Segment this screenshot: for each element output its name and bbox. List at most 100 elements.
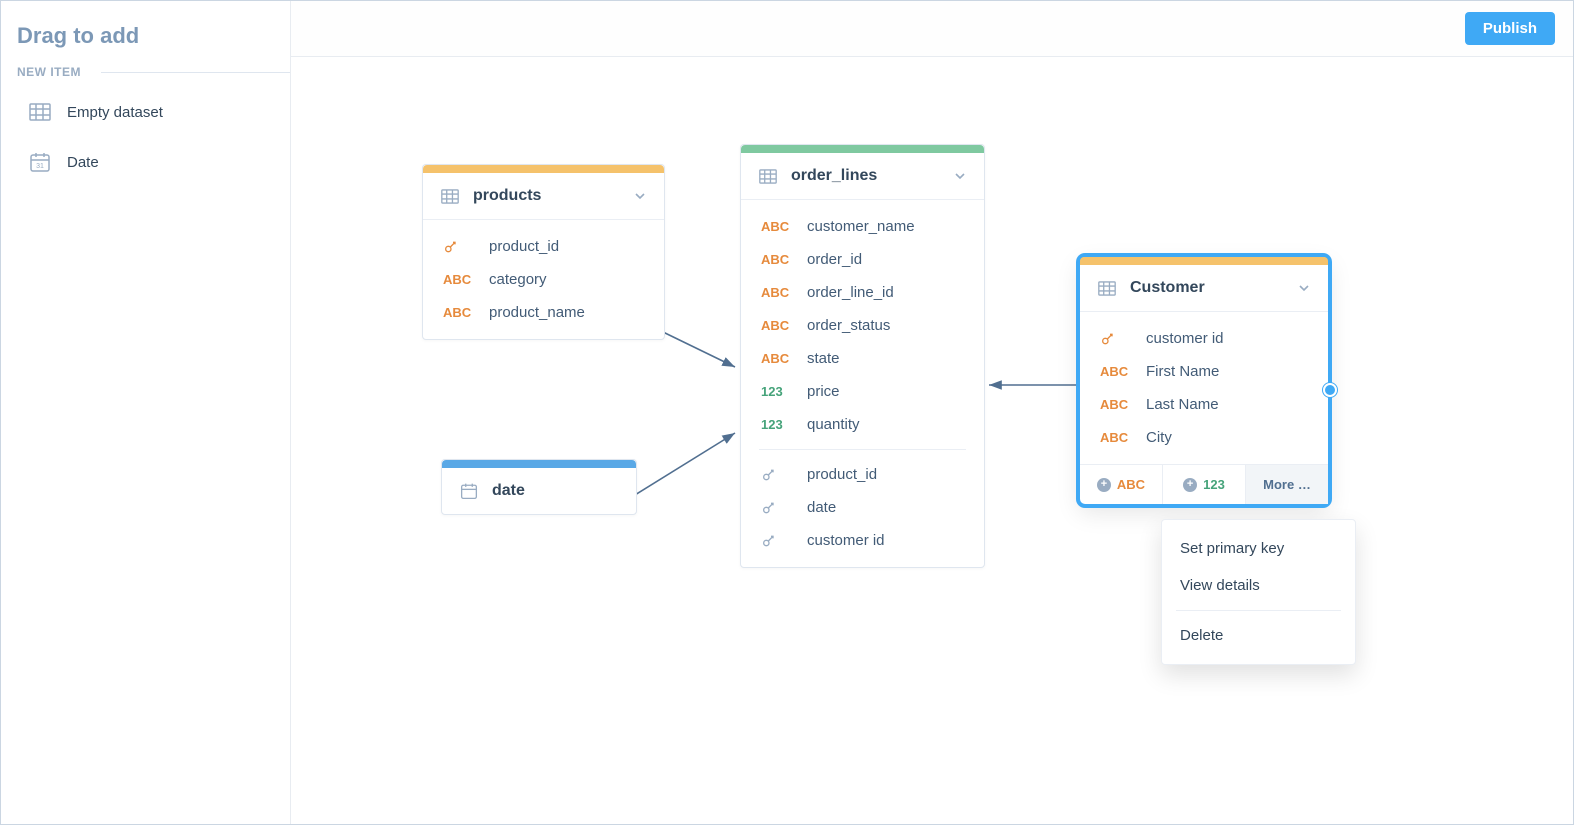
field-name: quantity: [807, 416, 860, 433]
add-abc-button[interactable]: + ABC: [1080, 465, 1163, 504]
node-color-strip: [741, 145, 984, 153]
divider: [101, 72, 290, 73]
field-name: order_status: [807, 317, 890, 334]
node-customer[interactable]: Customer customer id ABCFirst Name ABCLa…: [1079, 256, 1329, 505]
field-name: customer_name: [807, 218, 915, 235]
field-row[interactable]: ABCFirst Name: [1080, 355, 1328, 388]
node-footer: + ABC + 123 More …: [1080, 464, 1328, 504]
main: Publish: [291, 1, 1573, 824]
field-row[interactable]: ABC state: [741, 342, 984, 375]
type-abc-icon: ABC: [761, 318, 793, 333]
field-name: price: [807, 383, 840, 400]
field-name: First Name: [1146, 363, 1219, 380]
plus-icon: +: [1183, 478, 1197, 492]
sidebar-title: Drag to add: [1, 17, 290, 55]
type-abc-icon: ABC: [761, 285, 793, 300]
type-abc-icon: ABC: [761, 252, 793, 267]
type-abc-icon: ABC: [443, 272, 475, 287]
field-row[interactable]: 123 price: [741, 375, 984, 408]
field-row[interactable]: ABCLast Name: [1080, 388, 1328, 421]
node-products[interactable]: products product_id ABC category: [422, 164, 665, 340]
field-row[interactable]: product_id: [741, 458, 984, 491]
plus-icon: +: [1097, 478, 1111, 492]
node-header[interactable]: order_lines: [741, 153, 984, 200]
type-abc-icon: ABC: [1100, 430, 1132, 445]
connection-handle[interactable]: [1323, 383, 1337, 397]
table-icon: [29, 101, 51, 123]
sidebar-item-date[interactable]: 31 Date: [1, 137, 290, 187]
field-row[interactable]: ABCorder_line_id: [741, 276, 984, 309]
chevron-down-icon[interactable]: [954, 170, 966, 182]
node-header[interactable]: products: [423, 173, 664, 220]
canvas[interactable]: products product_id ABC category: [291, 57, 1573, 824]
table-icon: [1098, 281, 1116, 296]
calendar-icon: 31: [29, 151, 51, 173]
footer-label: More …: [1263, 477, 1311, 492]
key-icon: [761, 533, 793, 549]
node-order-lines[interactable]: order_lines ABC customer_name ABC order_id…: [740, 144, 985, 568]
field-row[interactable]: ABC category: [423, 263, 664, 296]
key-icon: [761, 467, 793, 483]
field-name: state: [807, 350, 840, 367]
publish-button[interactable]: Publish: [1465, 12, 1555, 45]
type-abc-icon: ABC: [761, 219, 793, 234]
footer-label: ABC: [1117, 477, 1145, 492]
field-name: customer id: [1146, 330, 1224, 347]
node-header[interactable]: Customer: [1080, 265, 1328, 312]
field-name: category: [489, 271, 547, 288]
key-icon: [443, 239, 475, 255]
field-row[interactable]: 123 quantity: [741, 408, 984, 441]
node-title: order_lines: [791, 167, 940, 185]
field-name: product_id: [807, 466, 877, 483]
field-name: order_id: [807, 251, 862, 268]
node-body: product_id ABC category ABC product_name: [423, 220, 664, 339]
node-header[interactable]: date: [442, 468, 636, 514]
context-menu: Set primary key View details Delete: [1161, 519, 1356, 665]
field-row[interactable]: ABC product_name: [423, 296, 664, 329]
type-abc-icon: ABC: [1100, 397, 1132, 412]
field-row[interactable]: date: [741, 491, 984, 524]
sidebar-item-label: Empty dataset: [67, 104, 163, 121]
field-row[interactable]: ABC order_status: [741, 309, 984, 342]
field-name: product_name: [489, 304, 585, 321]
calendar-icon: [460, 482, 478, 500]
field-name: City: [1146, 429, 1172, 446]
type-123-icon: 123: [761, 384, 793, 399]
node-title: date: [492, 482, 618, 500]
menu-item-set-primary-key[interactable]: Set primary key: [1162, 530, 1355, 567]
node-color-strip: [423, 165, 664, 173]
menu-item-view-details[interactable]: View details: [1162, 567, 1355, 604]
key-icon: [761, 500, 793, 516]
svg-text:31: 31: [36, 163, 44, 170]
chevron-down-icon[interactable]: [634, 190, 646, 202]
divider: [1176, 610, 1341, 611]
node-body: ABC customer_name ABC order_id ABCorder_li…: [741, 200, 984, 567]
field-name: product_id: [489, 238, 559, 255]
field-row[interactable]: product_id: [423, 230, 664, 263]
node-body: customer id ABCFirst Name ABCLast Name A…: [1080, 312, 1328, 464]
type-123-icon: 123: [761, 417, 793, 432]
table-icon: [759, 169, 777, 184]
more-button[interactable]: More …: [1246, 465, 1328, 504]
key-icon: [1100, 331, 1132, 347]
node-color-strip: [1080, 257, 1328, 265]
sidebar: Drag to add NEW ITEM Empty dataset: [1, 1, 291, 824]
field-name: date: [807, 499, 836, 516]
topbar: Publish: [291, 1, 1573, 57]
sidebar-section-label: NEW ITEM: [17, 65, 81, 79]
node-date[interactable]: date: [441, 459, 637, 515]
field-row[interactable]: ABC City: [1080, 421, 1328, 454]
chevron-down-icon[interactable]: [1298, 282, 1310, 294]
field-row[interactable]: customer id: [1080, 322, 1328, 355]
table-icon: [441, 189, 459, 204]
type-abc-icon: ABC: [761, 351, 793, 366]
field-row[interactable]: customer id: [741, 524, 984, 557]
node-color-strip: [442, 460, 636, 468]
footer-label: 123: [1203, 477, 1225, 492]
field-row[interactable]: ABC customer_name: [741, 210, 984, 243]
field-row[interactable]: ABC order_id: [741, 243, 984, 276]
sidebar-item-label: Date: [67, 154, 99, 171]
menu-item-delete[interactable]: Delete: [1162, 617, 1355, 654]
sidebar-item-empty-dataset[interactable]: Empty dataset: [1, 87, 290, 137]
add-123-button[interactable]: + 123: [1163, 465, 1246, 504]
